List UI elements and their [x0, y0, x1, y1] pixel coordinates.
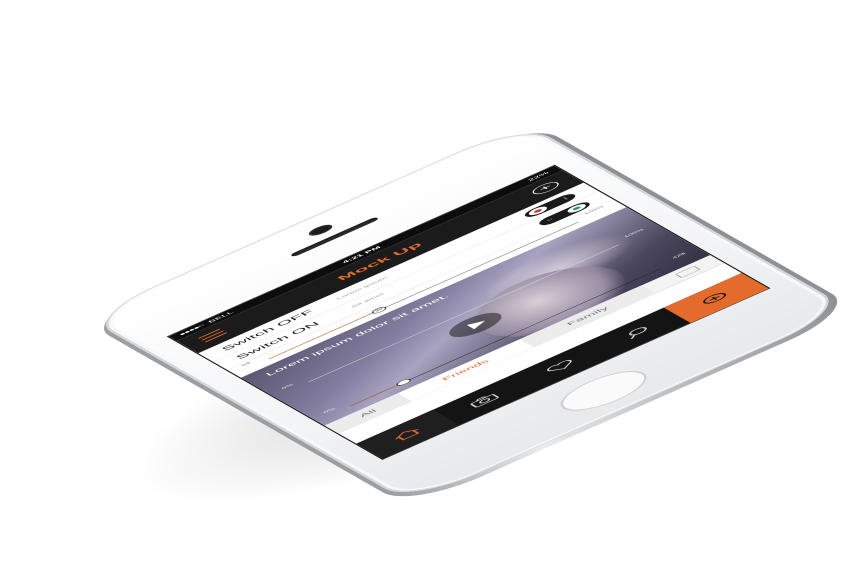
heart-icon — [547, 359, 572, 372]
share-icon[interactable] — [674, 265, 701, 279]
on-mark-icon: ○ — [544, 217, 555, 223]
slider-bottom-thumb[interactable] — [394, 377, 413, 387]
slider-bottom-min: 0% — [322, 407, 337, 414]
home-icon — [395, 429, 420, 441]
camera-icon — [470, 394, 499, 408]
slider-middle-min: 0% — [281, 383, 295, 390]
plus-circle-icon — [703, 293, 727, 304]
off-mark-icon: | — [561, 196, 569, 200]
stage: ●●●●○ BELL 4:21 PM 22% Mock Up + Switch … — [0, 0, 846, 579]
slider-bottom-max: 42$ — [671, 252, 687, 260]
search-icon — [629, 327, 647, 340]
